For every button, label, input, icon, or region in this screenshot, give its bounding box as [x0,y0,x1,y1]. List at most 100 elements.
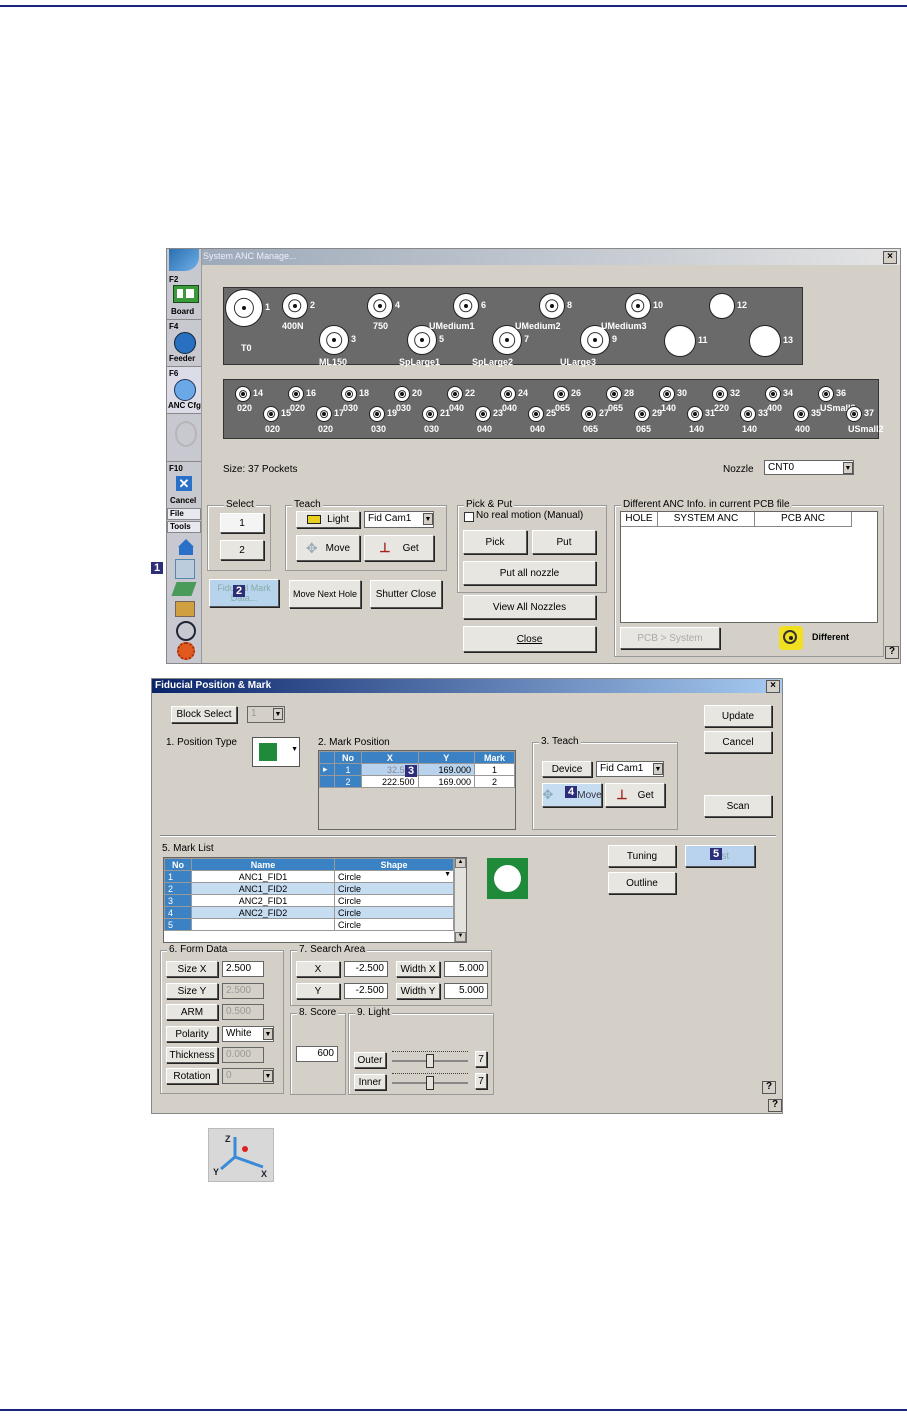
ml-shape[interactable]: Circle [334,918,454,931]
nozzle-pocket-36[interactable] [818,386,834,402]
mp-col-no[interactable]: No [333,751,363,764]
mark-list-scrollbar[interactable]: ▲ ▼ [454,858,466,942]
block-select-button[interactable]: Block Select [171,706,237,723]
mark-list-row[interactable]: 1 ANC1_FID1 Circle ▼ [164,870,454,883]
anc-close-x-button[interactable]: × [883,251,897,264]
fiducial-help-button-1[interactable]: ? [762,1081,776,1094]
anc-help-button[interactable]: ? [885,646,899,659]
nozzle-pocket-4[interactable] [367,293,393,319]
hole-column-header[interactable]: HOLE [621,512,658,527]
nozzle-pocket-31[interactable] [687,406,703,422]
nozzle-pocket-15[interactable] [263,406,279,422]
mp-col-x[interactable]: X [361,751,419,764]
nozzle-dropdown-arrow-icon[interactable]: ▼ [843,462,853,474]
nozzle-pocket-32[interactable] [712,386,728,402]
position-type-select[interactable]: ▼ [252,737,300,767]
mark-list-row[interactable]: 4 ANC2_FID2 Circle [164,906,454,919]
pcb-anc-column-header[interactable]: PCB ANC [755,512,852,527]
different-anc-list[interactable]: HOLE SYSTEM ANC PCB ANC [620,511,878,623]
mp-row1-mark[interactable]: 1 [473,763,516,776]
ml-name[interactable]: ANC1_FID1 [191,870,335,883]
nozzle-pocket-13[interactable] [749,325,781,357]
pen-tool-icon[interactable] [175,601,195,617]
sidebar-item-cancel[interactable]: F10 ✕ Cancel [167,461,201,506]
scroll-down-arrow-icon[interactable]: ▼ [455,932,466,942]
nozzle-pocket-2[interactable] [282,293,308,319]
nozzle-pocket-1[interactable] [225,289,263,327]
nozzle-pocket-34[interactable] [765,386,781,402]
fiducial-cancel-button[interactable]: Cancel [704,731,772,753]
teach-camera-dropdown-icon[interactable]: ▼ [423,513,433,525]
pick-button[interactable]: Pick [463,530,527,554]
nozzle-pocket-8[interactable] [539,293,565,319]
size-x-input[interactable]: 2.500 [222,961,264,977]
nozzle-pocket-25[interactable] [528,406,544,422]
nozzle-pocket-33[interactable] [740,406,756,422]
ml-shape-select[interactable]: Circle ▼ [334,870,454,883]
search-y-input[interactable]: -2.500 [344,983,388,999]
shutter-close-button[interactable]: Shutter Close [370,580,442,608]
mark-position-row[interactable]: 2 222.500 169.000 2 [319,775,516,788]
ml-name[interactable]: ANC2_FID1 [191,894,335,907]
nozzle-pocket-19[interactable] [369,406,385,422]
nozzle-pocket-26[interactable] [553,386,569,402]
select-1-button[interactable]: 1 [220,513,264,533]
ml-name[interactable] [191,918,335,931]
mark-position-table[interactable]: No X Y Mark ▸ 1 32.500 169.000 1 2 222.5… [318,750,516,830]
nozzle-pocket-30[interactable] [659,386,675,402]
ml-shape[interactable]: Circle [334,894,454,907]
nozzle-pocket-22[interactable] [447,386,463,402]
home-icon[interactable] [178,539,194,547]
ml-shape[interactable]: Circle [334,906,454,919]
ml-col-shape[interactable]: Shape [334,858,454,871]
shape-dropdown-arrow-icon[interactable]: ▼ [444,871,451,878]
slider-thumb[interactable] [426,1076,434,1090]
fid-get-button[interactable]: ⊥ Get [605,783,665,807]
nozzle-select[interactable]: CNT0 [764,460,854,475]
mp-col-y[interactable]: Y [417,751,475,764]
mark-list-row[interactable]: 3 ANC2_FID1 Circle [164,894,454,907]
tuning-button[interactable]: Tuning [608,845,676,867]
search-x-input[interactable]: -2.500 [344,961,388,977]
scan-button[interactable]: Scan [704,795,772,817]
move-next-hole-button[interactable]: Move Next Hole [289,580,361,608]
block-select-arrow-icon[interactable]: ▼ [273,708,283,720]
outline-button[interactable]: Outline [608,872,676,894]
fiducial-close-x-button[interactable]: × [766,680,780,693]
arm-input[interactable]: 0.500 [222,1004,264,1020]
anc-calibration-icon[interactable] [175,559,195,579]
ml-shape[interactable]: Circle [334,882,454,895]
teach-move-button[interactable]: ✥ Move [296,535,360,561]
pcb-to-system-button[interactable]: PCB > System [620,627,720,649]
mark-list-row[interactable]: 5 Circle [164,918,454,931]
view-all-nozzles-button[interactable]: View All Nozzles [463,595,596,619]
slider-thumb[interactable] [426,1054,434,1068]
put-all-nozzle-button[interactable]: Put all nozzle [463,561,596,585]
outer-light-slider[interactable] [392,1051,468,1068]
nozzle-pocket-28[interactable] [606,386,622,402]
sidebar-item-board[interactable]: F2 Board [167,273,201,320]
nozzle-pocket-37[interactable] [846,406,862,422]
sidebar-item-feeder[interactable]: F4 Feeder [167,320,201,367]
put-button[interactable]: Put [532,530,596,554]
nozzle-pocket-10[interactable] [625,293,651,319]
nozzle-pocket-11[interactable] [664,325,696,357]
sidebar-item-anc-cfg[interactable]: F6 ANC Cfg [167,367,201,414]
device-button[interactable]: Device [542,761,592,777]
nozzle-pocket-3[interactable] [319,325,349,355]
system-anc-column-header[interactable]: SYSTEM ANC [658,512,755,527]
nozzle-pocket-27[interactable] [581,406,597,422]
sidebar-tools-menu[interactable]: Tools [167,521,201,533]
mp-row1-y[interactable]: 169.000 [417,763,475,776]
no-real-motion-checkbox[interactable] [464,512,474,522]
mark-position-row[interactable]: ▸ 1 32.500 169.000 1 [319,763,516,776]
fid-camera-arrow-icon[interactable]: ▼ [653,763,663,775]
thickness-input[interactable]: 0.000 [222,1047,264,1063]
polarity-arrow-icon[interactable]: ▼ [263,1028,273,1040]
nozzle-pocket-29[interactable] [634,406,650,422]
settings-gear-icon[interactable] [177,642,195,660]
ml-col-no[interactable]: No [164,858,192,871]
mp-row2-y[interactable]: 169.000 [417,775,475,788]
light-button[interactable]: Light [296,511,360,528]
mp-row2-x[interactable]: 222.500 [361,775,419,788]
